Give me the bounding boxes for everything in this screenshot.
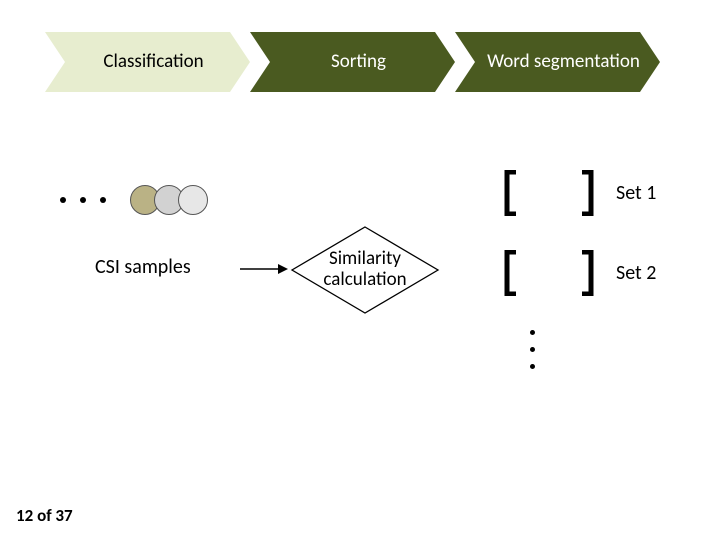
- chevron-label: Word segmentation: [457, 52, 658, 73]
- bracket-right-icon: [578, 250, 596, 296]
- vertical-ellipsis-icon: [530, 330, 535, 369]
- chevron-label: Sorting: [301, 52, 404, 73]
- page-counter: 12 of 37: [16, 505, 73, 526]
- chevron-label: Classification: [73, 52, 221, 73]
- chevron-word-segmentation: Word segmentation: [455, 32, 660, 92]
- arrow-right-icon: [240, 263, 288, 275]
- similarity-calculation-node: Similarity calculation: [290, 225, 440, 315]
- set-1-brackets: Set 1: [502, 170, 656, 216]
- set-2-brackets: Set 2: [502, 250, 656, 296]
- process-chevron-row: Classification Sorting Word segmentation: [45, 32, 660, 92]
- set-label: Set 1: [616, 181, 656, 205]
- bracket-left-icon: [502, 250, 520, 296]
- circle-icon: [178, 185, 208, 215]
- bracket-left-icon: [502, 170, 520, 216]
- sample-circles: [130, 185, 208, 215]
- set-label: Set 2: [616, 261, 656, 285]
- diamond-label: Similarity calculation: [290, 225, 440, 315]
- ellipsis-dots: [60, 197, 106, 203]
- chevron-sorting: Sorting: [250, 32, 455, 92]
- csi-samples-label: CSI samples: [95, 255, 191, 279]
- samples-visual: [60, 185, 208, 215]
- chevron-classification: Classification: [45, 32, 250, 92]
- bracket-right-icon: [578, 170, 596, 216]
